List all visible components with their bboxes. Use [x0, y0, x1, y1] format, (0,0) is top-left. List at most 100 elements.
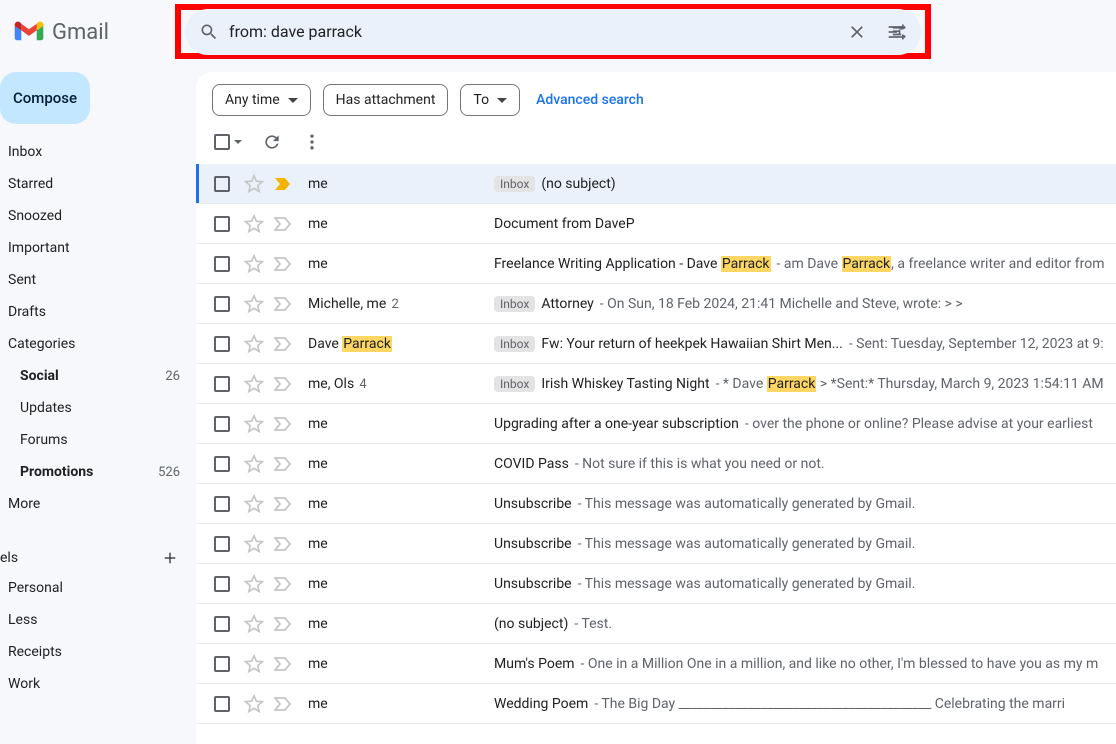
email-row[interactable]: Dave ParrackInboxFw: Your return of heek… — [196, 324, 1116, 364]
sidebar-item-label: Important — [8, 240, 70, 256]
star-icon[interactable] — [244, 414, 264, 434]
sidebar-category-forums[interactable]: Forums — [0, 424, 196, 456]
clear-search-icon[interactable] — [837, 12, 877, 52]
label-item-less[interactable]: Less — [0, 604, 196, 636]
email-row[interactable]: meWedding Poem - The Big Day ___________… — [196, 684, 1116, 724]
sidebar-category-updates[interactable]: Updates — [0, 392, 196, 424]
sender: Dave Parrack — [308, 336, 494, 352]
email-row[interactable]: meInbox(no subject) — [196, 164, 1116, 204]
label-item-personal[interactable]: Personal — [0, 572, 196, 604]
row-checkbox[interactable] — [214, 296, 230, 312]
sidebar-item-label: Inbox — [8, 144, 42, 160]
email-row[interactable]: me(no subject) - Test. — [196, 604, 1116, 644]
row-checkbox[interactable] — [214, 456, 230, 472]
message-summary: InboxAttorney - On Sun, 18 Feb 2024, 21:… — [494, 296, 1116, 312]
star-icon[interactable] — [244, 174, 264, 194]
row-checkbox[interactable] — [214, 656, 230, 672]
search-options-icon[interactable] — [877, 12, 917, 52]
star-icon[interactable] — [244, 654, 264, 674]
important-icon[interactable] — [274, 694, 294, 714]
row-checkbox[interactable] — [214, 376, 230, 392]
row-checkbox[interactable] — [214, 256, 230, 272]
row-checkbox[interactable] — [214, 536, 230, 552]
row-checkbox[interactable] — [214, 176, 230, 192]
message-summary: InboxIrish Whiskey Tasting Night - * Dav… — [494, 376, 1116, 392]
search-bar[interactable] — [185, 9, 921, 55]
important-icon[interactable] — [274, 374, 294, 394]
important-icon[interactable] — [274, 254, 294, 274]
inbox-tag: Inbox — [494, 376, 535, 392]
email-row[interactable]: meUpgrading after a one-year subscriptio… — [196, 404, 1116, 444]
row-checkbox[interactable] — [214, 696, 230, 712]
sidebar-item-important[interactable]: Important — [0, 232, 196, 264]
snippet: - One in a Million One in a million, and… — [581, 656, 1099, 672]
refresh-icon[interactable] — [262, 132, 282, 152]
search-highlight-box — [175, 4, 931, 59]
more-icon[interactable] — [302, 132, 322, 152]
important-icon[interactable] — [274, 174, 294, 194]
email-row[interactable]: meUnsubscribe - This message was automat… — [196, 564, 1116, 604]
important-icon[interactable] — [274, 534, 294, 554]
email-row[interactable]: Michelle, me 2InboxAttorney - On Sun, 18… — [196, 284, 1116, 324]
header: Gmail — [0, 0, 1116, 64]
star-icon[interactable] — [244, 694, 264, 714]
row-checkbox[interactable] — [214, 616, 230, 632]
row-checkbox[interactable] — [214, 216, 230, 232]
search-input[interactable] — [229, 9, 837, 55]
compose-button[interactable]: Compose — [0, 72, 90, 124]
important-icon[interactable] — [274, 214, 294, 234]
sidebar-item-drafts[interactable]: Drafts — [0, 296, 196, 328]
label-item-work[interactable]: Work — [0, 668, 196, 700]
important-icon[interactable] — [274, 654, 294, 674]
sidebar-item-snoozed[interactable]: Snoozed — [0, 200, 196, 232]
search-icon[interactable] — [189, 12, 229, 52]
important-icon[interactable] — [274, 494, 294, 514]
star-icon[interactable] — [244, 534, 264, 554]
email-row[interactable]: meUnsubscribe - This message was automat… — [196, 484, 1116, 524]
important-icon[interactable] — [274, 294, 294, 314]
email-row[interactable]: meFreelance Writing Application - Dave P… — [196, 244, 1116, 284]
row-checkbox[interactable] — [214, 576, 230, 592]
important-icon[interactable] — [274, 454, 294, 474]
email-row[interactable]: meUnsubscribe - This message was automat… — [196, 524, 1116, 564]
star-icon[interactable] — [244, 374, 264, 394]
filter-any-time[interactable]: Any time — [212, 84, 311, 116]
sidebar-category-promotions[interactable]: Promotions526 — [0, 456, 196, 488]
star-icon[interactable] — [244, 614, 264, 634]
sender: me — [308, 496, 494, 512]
row-checkbox[interactable] — [214, 416, 230, 432]
email-row[interactable]: meCOVID Pass - Not sure if this is what … — [196, 444, 1116, 484]
filter-to[interactable]: To — [460, 84, 520, 116]
sidebar-item-categories[interactable]: Categories — [0, 328, 196, 360]
email-row[interactable]: meDocument from DaveP — [196, 204, 1116, 244]
label-item-receipts[interactable]: Receipts — [0, 636, 196, 668]
sidebar-item-sent[interactable]: Sent — [0, 264, 196, 296]
advanced-search-link[interactable]: Advanced search — [536, 92, 644, 108]
important-icon[interactable] — [274, 614, 294, 634]
star-icon[interactable] — [244, 574, 264, 594]
sidebar-category-social[interactable]: Social26 — [0, 360, 196, 392]
select-all-checkbox[interactable] — [214, 134, 242, 150]
important-icon[interactable] — [274, 574, 294, 594]
more-button[interactable]: More — [0, 488, 196, 520]
email-row[interactable]: me, Ols 4InboxIrish Whiskey Tasting Nigh… — [196, 364, 1116, 404]
row-checkbox[interactable] — [214, 496, 230, 512]
row-checkbox[interactable] — [214, 336, 230, 352]
snippet: - This message was automatically generat… — [578, 536, 916, 552]
message-summary: Freelance Writing Application - Dave Par… — [494, 256, 1116, 272]
add-label-icon[interactable] — [158, 546, 182, 570]
star-icon[interactable] — [244, 334, 264, 354]
sidebar-item-label: Promotions — [20, 464, 93, 480]
filter-has-attachment[interactable]: Has attachment — [323, 84, 449, 116]
star-icon[interactable] — [244, 294, 264, 314]
filter-row: Any time Has attachment To Advanced sear… — [196, 72, 1116, 124]
important-icon[interactable] — [274, 414, 294, 434]
email-row[interactable]: meMum's Poem - One in a Million One in a… — [196, 644, 1116, 684]
sidebar-item-inbox[interactable]: Inbox — [0, 136, 196, 168]
star-icon[interactable] — [244, 254, 264, 274]
sidebar-item-starred[interactable]: Starred — [0, 168, 196, 200]
star-icon[interactable] — [244, 454, 264, 474]
important-icon[interactable] — [274, 334, 294, 354]
star-icon[interactable] — [244, 214, 264, 234]
star-icon[interactable] — [244, 494, 264, 514]
